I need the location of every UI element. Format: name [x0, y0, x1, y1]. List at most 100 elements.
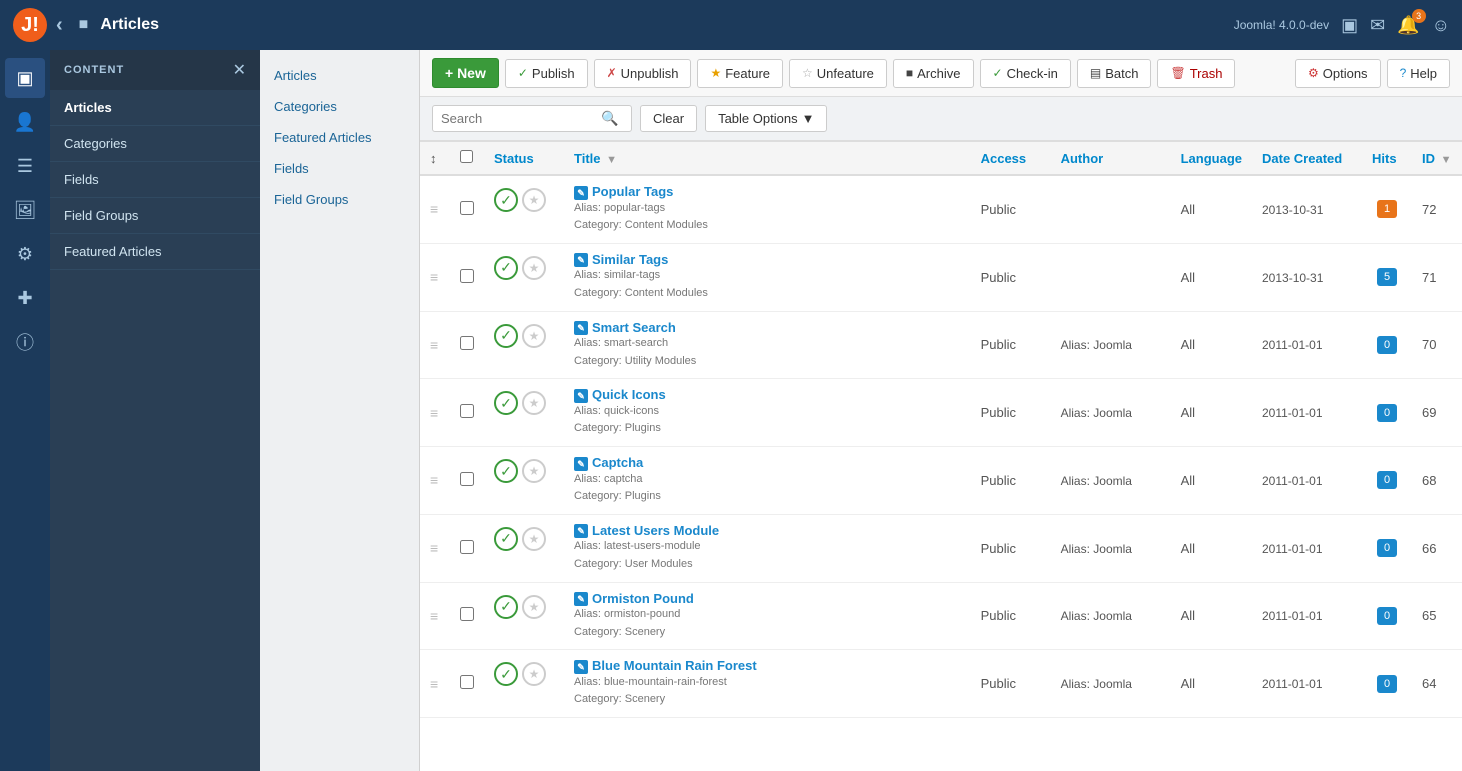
- back-button[interactable]: ‹: [56, 14, 63, 37]
- sidebar-icon-info[interactable]: ⓘ: [5, 322, 45, 362]
- search-input[interactable]: [441, 111, 601, 126]
- article-title-link[interactable]: ✎Quick Icons: [574, 387, 666, 402]
- status-star-icon[interactable]: ★: [522, 459, 546, 483]
- drag-handle-icon[interactable]: ≡: [430, 405, 438, 421]
- sub-sidebar-featured-articles[interactable]: Featured Articles: [260, 122, 419, 153]
- drag-handle-icon[interactable]: ≡: [430, 269, 438, 285]
- sidebar-item-categories[interactable]: Categories: [50, 126, 260, 162]
- row-checkbox[interactable]: [460, 540, 474, 554]
- user-icon[interactable]: ☺: [1432, 15, 1450, 36]
- hits-badge[interactable]: 0: [1377, 675, 1397, 693]
- status-star-icon[interactable]: ★: [522, 391, 546, 415]
- archive-button[interactable]: ■ Archive: [893, 59, 974, 88]
- drag-handle-icon[interactable]: ≡: [430, 676, 438, 692]
- status-published-icon[interactable]: ✓: [494, 527, 518, 551]
- article-title-link[interactable]: ✎Popular Tags: [574, 184, 673, 199]
- row-checkbox[interactable]: [460, 404, 474, 418]
- table-options-button[interactable]: Table Options ▼: [705, 105, 827, 132]
- article-title-link[interactable]: ✎Latest Users Module: [574, 523, 719, 538]
- hits-badge[interactable]: 0: [1377, 336, 1397, 354]
- status-published-icon[interactable]: ✓: [494, 256, 518, 280]
- sidebar-icon-media[interactable]: 🖼: [5, 190, 45, 230]
- sidebar-item-field-groups[interactable]: Field Groups: [50, 198, 260, 234]
- date-cell: 2011-01-01: [1252, 447, 1362, 515]
- mail-icon[interactable]: ✉: [1370, 15, 1385, 36]
- row-checkbox[interactable]: [460, 472, 474, 486]
- help-button[interactable]: ? Help: [1387, 59, 1450, 88]
- feature-button[interactable]: ★ Feature: [697, 59, 783, 88]
- drag-handle-icon[interactable]: ≡: [430, 337, 438, 353]
- sidebar-item-articles[interactable]: Articles: [50, 90, 260, 126]
- date-value: 2011-01-01: [1262, 609, 1323, 623]
- status-published-icon[interactable]: ✓: [494, 595, 518, 619]
- drag-handle-icon[interactable]: ≡: [430, 608, 438, 624]
- search-submit-button[interactable]: 🔍: [601, 110, 618, 127]
- unfeature-button[interactable]: ☆ Unfeature: [789, 59, 887, 88]
- drag-handle-icon[interactable]: ≡: [430, 201, 438, 217]
- sidebar-item-featured-articles[interactable]: Featured Articles: [50, 234, 260, 270]
- status-published-icon[interactable]: ✓: [494, 391, 518, 415]
- status-published-icon[interactable]: ✓: [494, 188, 518, 212]
- th-author[interactable]: Author: [1051, 142, 1171, 176]
- sub-sidebar-categories[interactable]: Categories: [260, 91, 419, 122]
- hits-badge[interactable]: 0: [1377, 539, 1397, 557]
- articles-table-wrap: ↕ Status Title ▼ Access: [420, 141, 1462, 771]
- th-language[interactable]: Language: [1171, 142, 1252, 176]
- select-all-checkbox[interactable]: [460, 150, 473, 163]
- status-star-icon[interactable]: ★: [522, 324, 546, 348]
- hits-badge[interactable]: 0: [1377, 471, 1397, 489]
- article-title-link[interactable]: ✎Captcha: [574, 455, 643, 470]
- sidebar-icon-components[interactable]: ⚙: [5, 234, 45, 274]
- status-star-icon[interactable]: ★: [522, 256, 546, 280]
- row-checkbox[interactable]: [460, 336, 474, 350]
- drag-handle-icon[interactable]: ≡: [430, 540, 438, 556]
- date-cell: 2011-01-01: [1252, 311, 1362, 379]
- sidebar-icon-extensions[interactable]: ✚: [5, 278, 45, 318]
- th-title[interactable]: Title ▼: [564, 142, 971, 176]
- unpublish-button[interactable]: ✗ Unpublish: [594, 59, 692, 88]
- clear-button[interactable]: Clear: [640, 105, 697, 132]
- status-star-icon[interactable]: ★: [522, 595, 546, 619]
- sidebar-icon-content[interactable]: ▣: [5, 58, 45, 98]
- status-star-icon[interactable]: ★: [522, 662, 546, 686]
- sidebar-icon-users[interactable]: 👤: [5, 102, 45, 142]
- row-checkbox[interactable]: [460, 675, 474, 689]
- new-button[interactable]: + New: [432, 58, 499, 88]
- row-checkbox[interactable]: [460, 201, 474, 215]
- sub-sidebar-field-groups[interactable]: Field Groups: [260, 184, 419, 215]
- th-date-created[interactable]: Date Created: [1252, 142, 1362, 176]
- article-title-link[interactable]: ✎Ormiston Pound: [574, 591, 694, 606]
- hits-badge[interactable]: 0: [1377, 404, 1397, 422]
- sidebar-item-fields[interactable]: Fields: [50, 162, 260, 198]
- options-button[interactable]: ⚙ Options: [1295, 59, 1381, 88]
- checkin-button[interactable]: ✓ Check-in: [980, 59, 1071, 88]
- hits-badge[interactable]: 0: [1377, 607, 1397, 625]
- sub-sidebar-articles[interactable]: Articles: [260, 60, 419, 91]
- article-title-link[interactable]: ✎Similar Tags: [574, 252, 668, 267]
- drag-handle-icon[interactable]: ≡: [430, 472, 438, 488]
- status-published-icon[interactable]: ✓: [494, 459, 518, 483]
- hits-badge[interactable]: 1: [1377, 200, 1397, 218]
- bell-icon[interactable]: 🔔 3: [1397, 15, 1419, 36]
- article-title-link[interactable]: ✎Smart Search: [574, 320, 676, 335]
- author-cell: Alias: Joomla: [1051, 379, 1171, 447]
- copy-icon[interactable]: ▣: [1341, 15, 1358, 36]
- sidebar-close-button[interactable]: ✕: [233, 60, 246, 80]
- th-access[interactable]: Access: [971, 142, 1051, 176]
- trash-button[interactable]: 🗑 Trash: [1157, 59, 1235, 88]
- status-published-icon[interactable]: ✓: [494, 324, 518, 348]
- th-hits[interactable]: Hits: [1362, 142, 1412, 176]
- sub-sidebar-fields[interactable]: Fields: [260, 153, 419, 184]
- joomla-logo[interactable]: J!: [12, 7, 48, 43]
- row-checkbox[interactable]: [460, 607, 474, 621]
- status-star-icon[interactable]: ★: [522, 527, 546, 551]
- row-checkbox[interactable]: [460, 269, 474, 283]
- article-title-link[interactable]: ✎Blue Mountain Rain Forest: [574, 658, 757, 673]
- status-published-icon[interactable]: ✓: [494, 662, 518, 686]
- publish-button[interactable]: ✓ Publish: [505, 59, 588, 88]
- sidebar-icon-menus[interactable]: ☰: [5, 146, 45, 186]
- th-id[interactable]: ID ▼: [1412, 142, 1462, 176]
- status-star-icon[interactable]: ★: [522, 188, 546, 212]
- hits-badge[interactable]: 5: [1377, 268, 1397, 286]
- batch-button[interactable]: ▤ Batch: [1077, 59, 1152, 88]
